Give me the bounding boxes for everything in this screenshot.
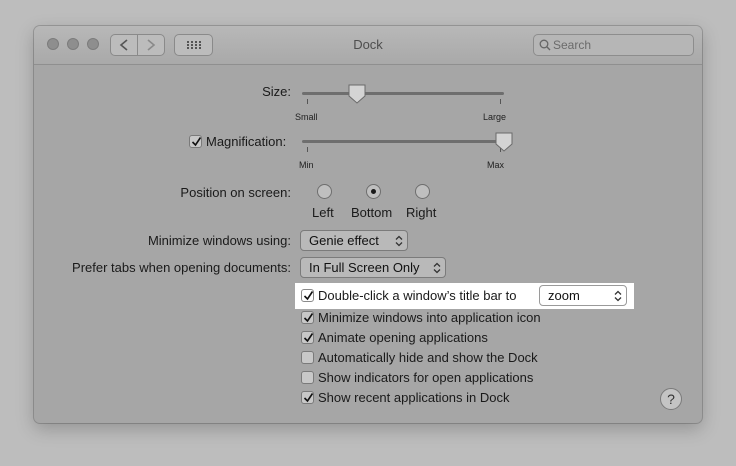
show-indicators-label: Show indicators for open applications <box>318 370 534 385</box>
double-click-label: Double-click a window’s title bar to <box>318 288 517 303</box>
animate-opening-checkbox[interactable] <box>301 331 314 344</box>
checkmark-icon <box>303 333 314 343</box>
magnification-tick-min <box>307 147 308 152</box>
search-field[interactable]: Search <box>533 34 694 56</box>
magnification-max-label: Max <box>487 160 505 170</box>
size-min-label: Small <box>295 112 318 122</box>
autohide-dock-checkbox[interactable] <box>301 351 314 364</box>
position-left-radio[interactable] <box>317 184 332 199</box>
checkmark-icon <box>303 291 314 301</box>
checkmark-icon <box>303 313 314 323</box>
prefer-tabs-popup[interactable]: In Full Screen Only <box>300 257 446 278</box>
minimize-into-icon-label: Minimize windows into application icon <box>318 310 541 325</box>
size-tick-min <box>307 99 308 104</box>
checkmark-icon <box>303 393 314 403</box>
position-bottom-label: Bottom <box>351 205 393 220</box>
autohide-dock-label: Automatically hide and show the Dock <box>318 350 538 365</box>
position-label: Position on screen: <box>180 185 291 200</box>
magnification-slider-track[interactable] <box>302 140 504 143</box>
radio-selected-dot <box>371 189 376 194</box>
prefer-tabs-value: In Full Screen Only <box>309 260 420 275</box>
prefer-tabs-label: Prefer tabs when opening documents: <box>72 260 291 275</box>
size-slider-track[interactable] <box>302 92 504 95</box>
magnification-checkbox[interactable] <box>189 135 202 148</box>
size-label: Size: <box>262 84 291 99</box>
position-left-label: Left <box>312 205 334 220</box>
size-tick-max <box>500 99 501 104</box>
show-recent-apps-label: Show recent applications in Dock <box>318 390 510 405</box>
magnification-label: Magnification: <box>206 134 287 149</box>
minimize-effect-value: Genie effect <box>309 233 379 248</box>
show-indicators-checkbox[interactable] <box>301 371 314 384</box>
position-bottom-radio[interactable] <box>366 184 381 199</box>
chevron-updown-icon <box>395 235 403 247</box>
magnification-slider-thumb[interactable] <box>495 132 513 152</box>
chevron-updown-icon <box>614 290 622 302</box>
show-recent-apps-checkbox[interactable] <box>301 391 314 404</box>
minimize-effect-label: Minimize windows using: <box>147 233 291 248</box>
position-right-radio[interactable] <box>415 184 430 199</box>
minimize-effect-popup[interactable]: Genie effect <box>300 230 408 251</box>
chevron-updown-icon <box>433 262 441 274</box>
title-bar: Dock Search <box>34 26 702 65</box>
checkmark-icon <box>191 137 202 147</box>
search-icon <box>539 39 551 51</box>
animate-opening-label: Animate opening applications <box>318 330 488 345</box>
help-button[interactable]: ? <box>660 388 682 410</box>
size-slider-thumb[interactable] <box>348 84 366 104</box>
double-click-action-value: zoom <box>548 288 580 303</box>
magnification-min-label: Min <box>299 160 314 170</box>
double-click-checkbox[interactable] <box>301 289 314 302</box>
search-placeholder: Search <box>553 38 592 52</box>
minimize-into-icon-checkbox[interactable] <box>301 311 314 324</box>
double-click-action-popup[interactable]: zoom <box>539 285 627 306</box>
position-right-label: Right <box>406 205 437 220</box>
size-max-label: Large <box>483 112 507 122</box>
